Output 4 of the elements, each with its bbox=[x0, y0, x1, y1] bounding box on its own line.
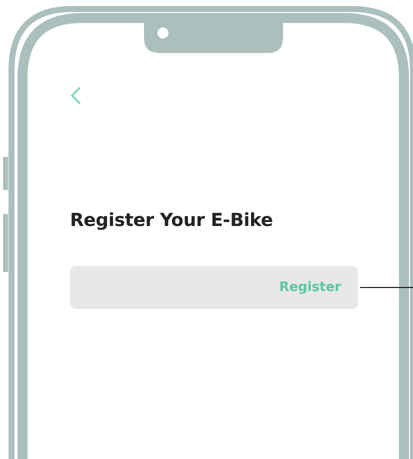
register-button[interactable]: Register bbox=[70, 266, 358, 309]
back-icon[interactable] bbox=[70, 86, 82, 105]
page-title: Register Your E-Bike bbox=[70, 209, 273, 233]
leader-line bbox=[360, 287, 413, 288]
